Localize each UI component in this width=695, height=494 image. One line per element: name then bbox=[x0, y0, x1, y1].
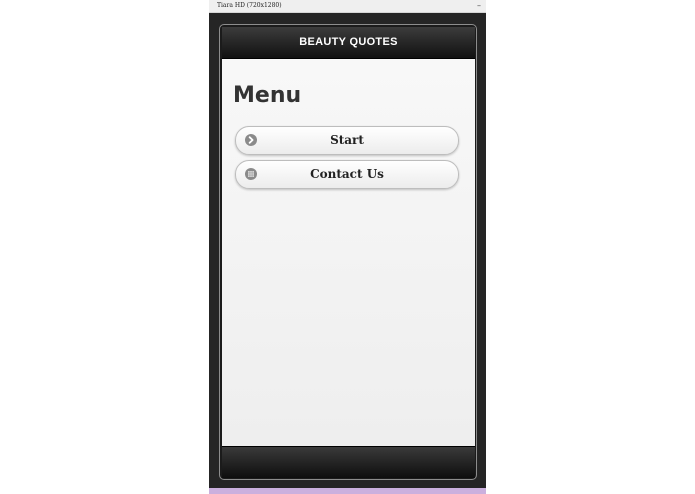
page-title: Menu bbox=[233, 83, 302, 108]
header-bar: BEAUTY QUOTES bbox=[222, 27, 475, 59]
app-title: BEAUTY QUOTES bbox=[299, 36, 398, 48]
app-screen: BEAUTY QUOTES Menu Start Contact Us bbox=[222, 27, 475, 478]
minimize-button[interactable]: – bbox=[477, 0, 481, 11]
footer-bar bbox=[222, 446, 475, 478]
start-button-label: Start bbox=[330, 133, 364, 147]
emulator-window: Tiara HD (720x1280) – BEAUTY QUOTES Menu… bbox=[209, 0, 486, 494]
emulator-titlebar: Tiara HD (720x1280) – bbox=[209, 0, 486, 13]
emulator-bottom-strip bbox=[209, 488, 486, 494]
start-button[interactable]: Start bbox=[235, 126, 459, 155]
emulator-title: Tiara HD (720x1280) bbox=[217, 2, 282, 9]
content-area: Menu Start Contact Us bbox=[222, 59, 475, 447]
contact-us-button-label: Contact Us bbox=[310, 167, 384, 181]
contact-us-button[interactable]: Contact Us bbox=[235, 160, 459, 189]
